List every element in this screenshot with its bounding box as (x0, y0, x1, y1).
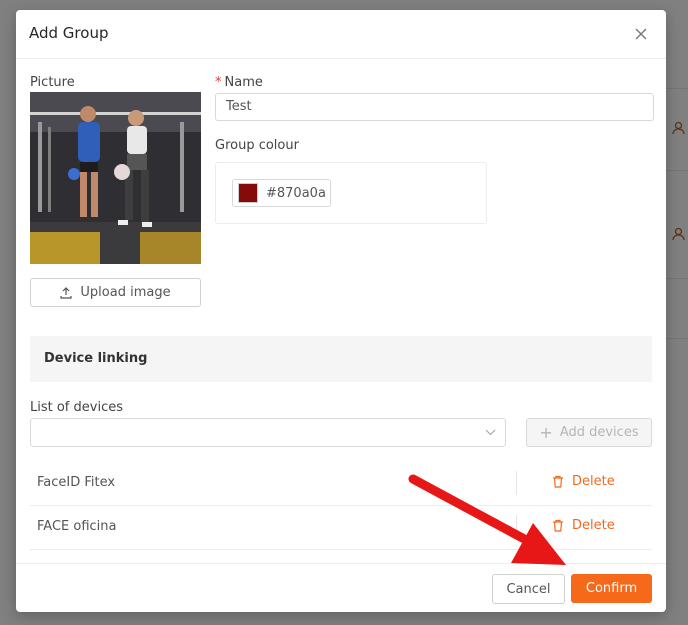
close-icon[interactable] (634, 26, 650, 42)
delete-label: Delete (572, 518, 615, 533)
group-colour-label: Group colour (215, 138, 299, 153)
upload-image-label: Upload image (80, 285, 171, 300)
devices-select[interactable] (30, 418, 506, 447)
required-mark: * (215, 75, 222, 90)
add-devices-label: Add devices (559, 425, 639, 440)
chevron-down-icon (485, 429, 496, 436)
colour-swatch (238, 183, 258, 203)
column-divider (516, 515, 517, 539)
plus-icon: + (539, 423, 553, 442)
cancel-button[interactable]: Cancel (492, 574, 565, 604)
delete-label: Delete (572, 474, 615, 489)
colour-value: #870a0a (266, 185, 326, 201)
list-of-devices-label: List of devices (30, 400, 123, 415)
confirm-button[interactable]: Confirm (571, 574, 652, 603)
device-row: FaceID Fitex Delete (30, 461, 652, 506)
column-divider (516, 471, 517, 495)
device-linking-title: Device linking (44, 351, 148, 366)
trash-icon (553, 475, 563, 488)
device-name: FaceID Fitex (37, 475, 116, 490)
delete-device-button[interactable]: Delete (552, 518, 615, 533)
modal-footer-divider (16, 563, 666, 564)
group-picture (30, 92, 201, 264)
upload-icon (60, 286, 73, 299)
name-input[interactable]: Test (215, 93, 654, 121)
trash-icon (553, 519, 563, 532)
device-name: FACE oficina (37, 519, 117, 534)
modal-header: Add Group (16, 10, 666, 59)
delete-device-button[interactable]: Delete (552, 474, 615, 489)
device-linking-section: Device linking (30, 336, 652, 382)
name-label: * Name (215, 75, 263, 90)
add-group-modal: Add Group Picture Upload image * Name Te… (16, 10, 666, 612)
upload-image-button[interactable]: Upload image (30, 278, 201, 307)
picture-label: Picture (30, 75, 75, 90)
add-devices-button[interactable]: + Add devices (526, 418, 652, 447)
colour-picker[interactable]: #870a0a (232, 179, 331, 207)
name-label-text: Name (224, 75, 263, 90)
modal-title: Add Group (29, 24, 109, 42)
colour-picker-panel: #870a0a (215, 162, 487, 224)
device-row: FACE oficina Delete (30, 505, 652, 550)
